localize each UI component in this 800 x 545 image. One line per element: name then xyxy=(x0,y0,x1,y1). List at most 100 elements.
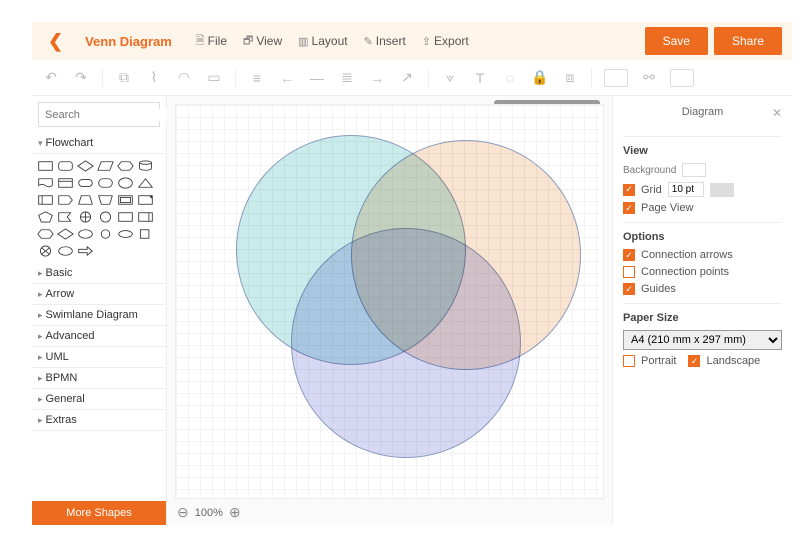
shape-square[interactable] xyxy=(136,226,155,242)
connector-icon[interactable]: ↗ xyxy=(398,69,416,87)
link-icon[interactable]: ⌇ xyxy=(145,69,163,87)
conn-points-checkbox[interactable] xyxy=(623,266,635,278)
shape-hex[interactable] xyxy=(116,158,135,174)
section-swimlane[interactable]: Swimlane Diagram xyxy=(32,305,166,326)
shape-diamond[interactable] xyxy=(76,158,95,174)
shape-cylinder[interactable] xyxy=(136,158,155,174)
grid-size-input[interactable] xyxy=(668,182,704,197)
shape-pentagon[interactable] xyxy=(36,209,55,225)
shape-roundrect[interactable] xyxy=(56,158,75,174)
shape-card[interactable] xyxy=(36,192,55,208)
shape-circ-x[interactable] xyxy=(36,243,55,259)
chain-icon[interactable]: ⚯ xyxy=(640,69,658,87)
toolbar: ↶ ↷ ⧉ ⌇ ◠ ▭ ≡ ← — ≣ → ↗ ⟇ T ◌ 🔒 ⧈ ⚯ xyxy=(32,60,792,96)
landscape-checkbox[interactable] xyxy=(688,355,700,367)
section-advanced[interactable]: Advanced xyxy=(32,326,166,347)
shape-ellipse4[interactable] xyxy=(56,243,75,259)
landscape-label: Landscape xyxy=(706,355,760,367)
width-icon[interactable] xyxy=(604,69,628,87)
arrow-left-icon[interactable]: ← xyxy=(278,69,296,87)
grid-color-swatch[interactable] xyxy=(710,183,734,197)
save-button[interactable]: Save xyxy=(645,27,708,55)
conn-arrows-checkbox[interactable] xyxy=(623,249,635,261)
share-button[interactable]: Share xyxy=(714,27,782,55)
search-input[interactable] xyxy=(45,109,187,121)
guides-checkbox[interactable] xyxy=(623,283,635,295)
zoom-out-icon[interactable]: ⊖ xyxy=(177,504,189,521)
close-icon[interactable]: ✕ xyxy=(772,106,782,120)
canvas-area: ◷ Recent save 9:58 ⊖ 100% ⊕ xyxy=(167,96,612,525)
menu-view[interactable]: 🗗View xyxy=(243,32,282,51)
shape-arrow[interactable] xyxy=(76,243,95,259)
shape-rect[interactable] xyxy=(36,158,55,174)
copy-icon[interactable]: ⧉ xyxy=(115,69,133,87)
align-icon[interactable]: ≡ xyxy=(248,69,266,87)
shape-trapezoid[interactable] xyxy=(76,192,95,208)
shape-note-icon[interactable] xyxy=(136,192,155,208)
section-flowchart[interactable]: Flowchart xyxy=(32,133,166,154)
menu-export[interactable]: ⇪Export xyxy=(422,32,469,51)
shape-capsule[interactable] xyxy=(76,175,95,191)
pageview-checkbox[interactable] xyxy=(623,202,635,214)
menu-file[interactable]: 🗎File xyxy=(196,32,227,51)
shape-trapezoid2[interactable] xyxy=(96,192,115,208)
back-button[interactable]: ❮ xyxy=(42,31,69,52)
shape-diamond2[interactable] xyxy=(56,226,75,242)
menu-insert[interactable]: ✎Insert xyxy=(364,32,406,51)
lock-icon[interactable]: 🔒 xyxy=(531,69,549,87)
left-sidebar: ⌕ Flowchart xyxy=(32,96,167,525)
shape-cardr[interactable] xyxy=(136,209,155,225)
portrait-checkbox[interactable] xyxy=(623,355,635,367)
shape-crosscircle[interactable] xyxy=(76,209,95,225)
shape-double[interactable] xyxy=(116,192,135,208)
section-arrow[interactable]: Arrow xyxy=(32,284,166,305)
section-basic[interactable]: Basic xyxy=(32,263,166,284)
section-extras[interactable]: Extras xyxy=(32,410,166,431)
shape-parallelogram[interactable] xyxy=(96,158,115,174)
shape-tag[interactable] xyxy=(56,192,75,208)
shape-stadium[interactable] xyxy=(96,175,115,191)
section-general[interactable]: General xyxy=(32,389,166,410)
shape-rect4[interactable] xyxy=(116,209,135,225)
text-icon[interactable]: T xyxy=(471,69,489,87)
shape-hexv[interactable] xyxy=(36,226,55,242)
shape-lens[interactable] xyxy=(116,175,135,191)
paint-icon[interactable]: ⟇ xyxy=(441,69,459,87)
undo-icon[interactable]: ↶ xyxy=(42,69,60,87)
paper-size-select[interactable]: A4 (210 mm x 297 mm) xyxy=(623,330,782,350)
group-paper: Paper Size xyxy=(623,303,782,324)
line-icon[interactable]: — xyxy=(308,69,326,87)
background-swatch[interactable] xyxy=(682,163,706,177)
height-icon[interactable] xyxy=(670,69,694,87)
menu-view-label: View xyxy=(256,34,282,48)
guides-label: Guides xyxy=(641,283,676,295)
shape-triangle[interactable] xyxy=(136,175,155,191)
panel-title: Diagram ✕ xyxy=(623,102,782,128)
search-box[interactable]: ⌕ xyxy=(38,102,160,127)
more-shapes-button[interactable]: More Shapes xyxy=(32,501,166,525)
shape-ellipse2[interactable] xyxy=(76,226,95,242)
shape-doc[interactable] xyxy=(36,175,55,191)
shape-icon[interactable]: ◠ xyxy=(175,69,193,87)
canvas[interactable] xyxy=(175,104,604,499)
rect-icon[interactable]: ▭ xyxy=(205,69,223,87)
group-icon[interactable]: ⧈ xyxy=(561,69,579,87)
zoom-in-icon[interactable]: ⊕ xyxy=(229,504,241,521)
menu-layout[interactable]: ▥Layout xyxy=(298,32,347,51)
document-title: Venn Diagram xyxy=(75,34,182,49)
section-uml[interactable]: UML xyxy=(32,347,166,368)
background-label: Background xyxy=(623,165,676,176)
shape-tab[interactable] xyxy=(56,175,75,191)
line-style-icon[interactable]: ≣ xyxy=(338,69,356,87)
venn-circle[interactable] xyxy=(291,228,521,458)
grid-checkbox[interactable] xyxy=(623,184,635,196)
shape-circle3[interactable] xyxy=(96,226,115,242)
shape-circle2[interactable] xyxy=(96,209,115,225)
arrow-right-icon[interactable]: → xyxy=(368,69,386,87)
menu-insert-label: Insert xyxy=(376,34,406,48)
shape-flag[interactable] xyxy=(56,209,75,225)
section-bpmn[interactable]: BPMN xyxy=(32,368,166,389)
redo-icon[interactable]: ↷ xyxy=(72,69,90,87)
drop-icon[interactable]: ◌ xyxy=(501,69,519,87)
shape-ellipse3[interactable] xyxy=(116,226,135,242)
